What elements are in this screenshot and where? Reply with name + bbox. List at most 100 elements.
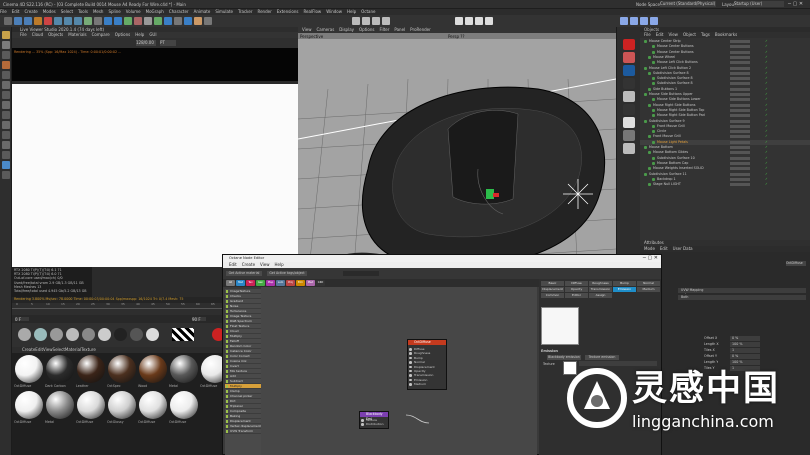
- object-tags-icon[interactable]: [730, 45, 750, 49]
- object-tags-icon[interactable]: [730, 124, 750, 128]
- node-property-tab[interactable]: Emission: [613, 287, 636, 292]
- material-swatch[interactable]: OctDiffuse: [14, 355, 44, 389]
- menu-item[interactable]: MoGraph: [146, 9, 164, 14]
- node-property-tab[interactable]: Medium: [637, 287, 660, 292]
- object-tags-icon[interactable]: [730, 156, 750, 160]
- live-viewer-render-canvas[interactable]: [12, 84, 298, 267]
- node-category-tab[interactable]: C4D: [316, 280, 325, 286]
- octane-side-tool-icon[interactable]: [623, 65, 635, 76]
- object-tags-icon[interactable]: [730, 55, 750, 59]
- zoom-field[interactable]: 128/0.00: [136, 40, 156, 46]
- toolbar-tool-icon[interactable]: [64, 17, 72, 25]
- left-tool-icon[interactable]: [2, 141, 10, 149]
- octane-side-tool-icon[interactable]: [623, 143, 635, 154]
- object-tags-icon[interactable]: [730, 177, 750, 181]
- material-menu-item[interactable]: Texture: [81, 347, 96, 352]
- material-type-icon[interactable]: [50, 328, 63, 341]
- left-tool-icon[interactable]: [2, 131, 10, 139]
- toolbar-tool-icon[interactable]: [204, 17, 212, 25]
- toolbar-tool-icon[interactable]: [144, 17, 152, 25]
- toolbar-tool-icon[interactable]: [94, 17, 102, 25]
- object-menu-item[interactable]: Edit: [656, 32, 664, 37]
- material-swatch[interactable]: OctDiffuse: [169, 391, 199, 425]
- left-tool-icon[interactable]: [2, 171, 10, 179]
- get-active-tags-button[interactable]: Get Active tags/object: [267, 271, 307, 276]
- octdiffuse-node[interactable]: OctDiffuse Diffuse Roughness Bump Normal Dis…: [407, 339, 447, 390]
- left-tool-icon[interactable]: [2, 41, 10, 49]
- object-row[interactable]: Stage Null LIGHT ✓: [640, 182, 810, 187]
- toolbar-tool-icon[interactable]: [44, 17, 52, 25]
- window-controls[interactable]: ─ ▢ ✕: [788, 1, 808, 7]
- toolbar-tool-icon[interactable]: [104, 17, 112, 25]
- toolbar-tool-icon[interactable]: [164, 17, 172, 25]
- material-menu-item[interactable]: Create: [22, 347, 35, 352]
- left-tool-icon[interactable]: [2, 81, 10, 89]
- toolbar-octane-icon[interactable]: [620, 17, 628, 25]
- octane-side-tool-icon[interactable]: [623, 78, 635, 89]
- left-tool-icon[interactable]: [2, 71, 10, 79]
- material-swatch[interactable]: OctSpec: [107, 355, 137, 389]
- left-tool-icon[interactable]: [2, 111, 10, 119]
- attribute-menu-item[interactable]: Mode: [644, 246, 655, 251]
- toolbar-tool-icon[interactable]: [194, 17, 202, 25]
- blackbody-emission-node[interactable]: Blackbody Emi Texture Distribution: [359, 411, 389, 429]
- toolbar-tool-icon[interactable]: [4, 17, 12, 25]
- toolbar-render-icon[interactable]: [382, 17, 390, 25]
- object-tags-icon[interactable]: [730, 183, 750, 187]
- object-tags-icon[interactable]: [730, 172, 750, 176]
- node-input-pin[interactable]: Medium: [408, 382, 446, 386]
- menu-item[interactable]: Modes: [43, 9, 56, 14]
- pt-dropdown[interactable]: PT: [160, 40, 176, 46]
- viewport-menu-item[interactable]: Filter: [379, 27, 389, 32]
- menu-item[interactable]: Volume: [126, 9, 141, 14]
- live-viewer-menu-item[interactable]: Cloud: [32, 32, 43, 37]
- toolbar-octane-icon[interactable]: [630, 17, 638, 25]
- node-property-tab[interactable]: Diffuse: [565, 281, 588, 286]
- toolbar-tool-icon[interactable]: [34, 17, 42, 25]
- object-tags-icon[interactable]: [730, 82, 750, 86]
- object-tags-icon[interactable]: [730, 66, 750, 70]
- object-tags-icon[interactable]: [730, 140, 750, 144]
- material-swatch[interactable]: OctDiffuse: [14, 391, 44, 425]
- left-tool-icon[interactable]: [2, 121, 10, 129]
- material-swatch[interactable]: Metal: [169, 355, 199, 389]
- node-property-tab[interactable]: Editor: [565, 293, 588, 298]
- menu-item[interactable]: RealFlow: [303, 9, 321, 14]
- menu-item[interactable]: Render: [257, 9, 271, 14]
- node-property-tab[interactable]: Roughness: [589, 281, 612, 286]
- material-type-icon[interactable]: [98, 328, 111, 341]
- object-tags-icon[interactable]: [730, 114, 750, 118]
- node-input-pin[interactable]: Distribution: [360, 422, 388, 426]
- node-type-item[interactable]: UVW Transform: [225, 429, 261, 434]
- toolbar-tool-icon[interactable]: [124, 17, 132, 25]
- object-menu-item[interactable]: File: [644, 32, 651, 37]
- live-viewer-menu-item[interactable]: Help: [135, 32, 144, 37]
- octane-side-tool-icon[interactable]: [623, 104, 635, 115]
- toolbar-view-icon[interactable]: [455, 17, 463, 25]
- texture-emission-button[interactable]: Texture emission: [585, 355, 619, 360]
- viewport-menu-item[interactable]: Cameras: [317, 27, 335, 32]
- material-type-icon[interactable]: [130, 328, 143, 341]
- node-editor-menu-item[interactable]: Create: [242, 262, 255, 267]
- left-tool-icon[interactable]: [2, 61, 10, 69]
- live-viewer-menu-item[interactable]: Materials: [68, 32, 86, 37]
- toolbar-octane-icon[interactable]: [640, 17, 648, 25]
- live-viewer-menu-item[interactable]: GUI: [149, 32, 156, 37]
- left-tool-icon[interactable]: [2, 161, 10, 169]
- layout-dropdown[interactable]: Startup (User): [734, 1, 784, 7]
- material-swatch[interactable]: Leather: [76, 355, 106, 389]
- material-swatch[interactable]: Dark Carbon: [45, 355, 75, 389]
- attribute-menu-item[interactable]: Edit: [660, 246, 668, 251]
- viewport-menu-item[interactable]: Display: [339, 27, 354, 32]
- node-editor-menu-item[interactable]: Edit: [229, 262, 237, 267]
- attribute-value-field[interactable]: 1: [730, 348, 760, 353]
- viewport-menu-item[interactable]: Panel: [394, 27, 405, 32]
- material-swatch[interactable]: Wood: [138, 355, 168, 389]
- node-space-dropdown[interactable]: Current (Standard/Physical): [660, 1, 716, 7]
- node-category-tab[interactable]: Map: [266, 280, 275, 286]
- object-menu-item[interactable]: Bookmarks: [715, 32, 737, 37]
- toolbar-view-icon[interactable]: [465, 17, 473, 25]
- menu-item[interactable]: Extensions: [277, 9, 299, 14]
- object-menu-item[interactable]: Tags: [701, 32, 710, 37]
- material-menu-item[interactable]: Select: [53, 347, 65, 352]
